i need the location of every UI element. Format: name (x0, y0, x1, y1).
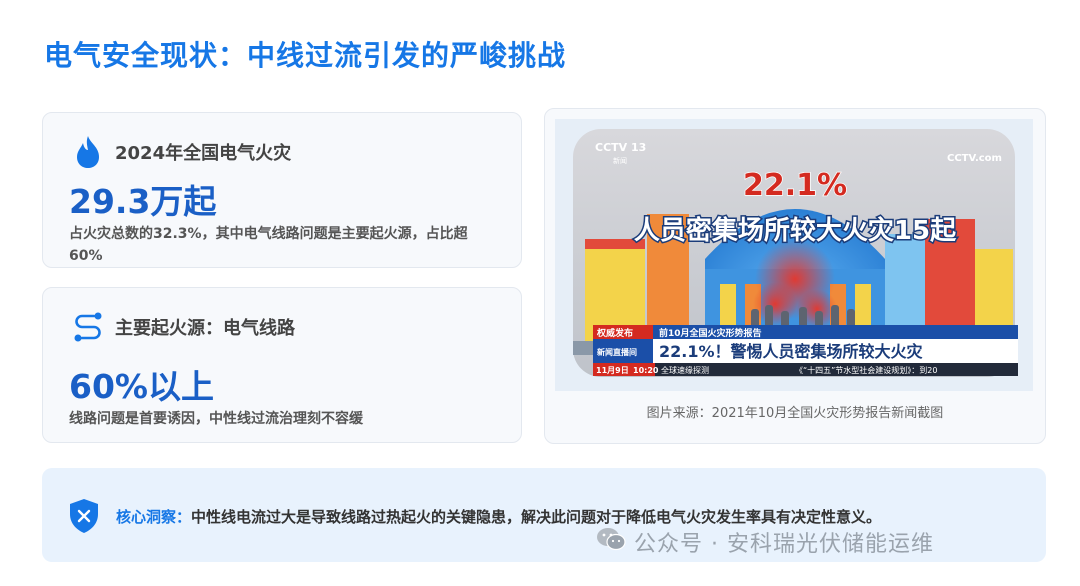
insight-message: 核心洞察：中性线电流过大是导致线路过热起火的关键隐患，解决此问题对于降低电气火灾… (116, 506, 881, 527)
ticker-date: 11月9日 (596, 366, 629, 375)
cctv-com-logo: CCTV.com (947, 153, 1002, 164)
ticker-title: 前10月全国火灾形势报告 (659, 327, 762, 339)
stat-card-source: 主要起火源：电气线路 60%以上 线路问题是首要诱因，中性线过流治理刻不容缓 (42, 287, 522, 443)
card-label: 主要起火源：电气线路 (115, 318, 295, 339)
watermark-text: 公众号 · 安科瑞光伏储能运维 (634, 532, 934, 557)
headline-text: 人员密集场所较大火灾15起 (634, 215, 957, 246)
cctv13-logo: CCTV 13 (595, 141, 646, 154)
card-header: 2024年全国电气火灾 (71, 135, 291, 169)
wechat-icon (596, 526, 626, 558)
ticker-scroll-2: 《“十四五”节水型社会建设规划》：到20 (795, 365, 937, 375)
shield-x-icon (68, 498, 100, 538)
insight-text: 中性线电流过大是导致线路过热起火的关键隐患，解决此问题对于降低电气火灾发生率具有… (191, 508, 882, 526)
page-title: 电气安全现状：中线过流引发的严峻挑战 (44, 39, 567, 72)
image-caption: 图片来源：2021年10月全国火灾形势报告新闻截图 (646, 406, 944, 421)
watermark: 公众号 · 安科瑞光伏储能运维 (596, 526, 934, 558)
headline-percent: 22.1% (743, 168, 847, 203)
card-header: 主要起火源：电气线路 (71, 310, 295, 344)
stat-value: 60%以上 (69, 367, 214, 406)
ticker-tag: 权威发布 (596, 327, 633, 339)
ticker-program: 新闻直播间 (597, 347, 637, 357)
stat-value: 29.3万起 (69, 182, 217, 221)
flame-icon (71, 135, 105, 169)
stat-card-fires: 2024年全国电气火灾 29.3万起 占火灾总数的32.3%，其中电气线路问题是… (42, 112, 522, 268)
insight-key: 核心洞察： (116, 508, 192, 526)
route-icon (71, 310, 105, 344)
ticker-scroll-1: 全球速缘探测 (661, 365, 709, 375)
news-image-card: CCTV 13 新闻 CCTV.com 22.1% 人员密集场所较大火灾15起 … (544, 108, 1046, 444)
news-screenshot: CCTV 13 新闻 CCTV.com 22.1% 人员密集场所较大火灾15起 … (555, 119, 1033, 391)
card-label: 2024年全国电气火灾 (115, 143, 292, 164)
ticker-main: 22.1%！警惕人员密集场所较大火灾 (659, 342, 924, 361)
stat-description: 线路问题是首要诱因，中性线过流治理刻不容缓 (69, 411, 363, 427)
ticker-time: 10:20 (633, 366, 659, 375)
cctv13-logo-sub: 新闻 (613, 156, 627, 165)
stat-description: 占火灾总数的32.3%，其中电气线路问题是主要起火源，占比超60% (69, 226, 468, 264)
